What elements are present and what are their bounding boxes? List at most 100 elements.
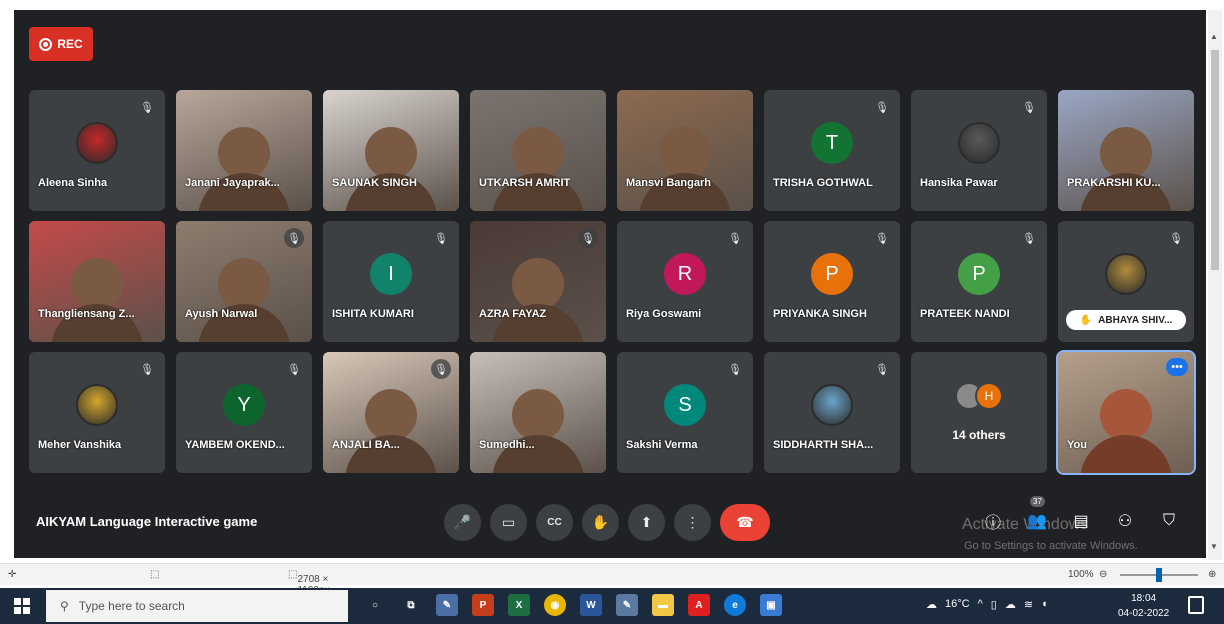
scroll-up-icon[interactable]: ▲ [1210, 32, 1218, 41]
self-video-figure [1100, 388, 1152, 441]
participant-name: PRAKARSHI KU... [1067, 177, 1161, 189]
chevron-up-icon[interactable]: ^ [978, 598, 983, 611]
participant-tile[interactable]: 🎙 Hansika Pawar [911, 90, 1047, 211]
participant-tile[interactable]: UTKARSH AMRIT [470, 90, 606, 211]
others-count-label: 14 others [952, 428, 1006, 442]
participant-video-figure [659, 126, 711, 179]
mic-muted-icon: 🎙 [1022, 232, 1036, 245]
people-count-badge: 37 [1030, 496, 1045, 507]
zoom-slider-thumb[interactable] [1156, 568, 1162, 582]
participant-tile[interactable]: 🎙 Meher Vanshika [29, 352, 165, 473]
volume-icon[interactable]: ◖ [1041, 598, 1048, 611]
mic-muted-icon: 🎙 [578, 228, 598, 248]
participant-tile[interactable]: PRAKARSHI KU... [1058, 90, 1194, 211]
meeting-info-button[interactable]: ⓘ [982, 510, 1004, 532]
participant-tile[interactable]: H 14 others [911, 352, 1047, 473]
lock-icon: ⛉ [1162, 512, 1175, 529]
more-icon: ⋮ [685, 514, 700, 530]
powerpoint-icon[interactable]: P [472, 594, 494, 616]
participant-tile[interactable]: I 🎙 ISHITA KUMARI [323, 221, 459, 342]
participant-tile[interactable]: SAUNAK SINGH [323, 90, 459, 211]
task-view-icon[interactable]: ⧉ [400, 594, 422, 616]
participant-tile[interactable]: Sumedhi... [470, 352, 606, 473]
participant-video-figure [218, 126, 270, 179]
end-call-button[interactable]: ☎ [720, 504, 770, 541]
info-icon: ⓘ [984, 515, 1001, 532]
taskbar-clock[interactable]: 18:04 04-02-2022 [1118, 591, 1169, 621]
participant-tile[interactable]: 🎙 SIDDHARTH SHA... [764, 352, 900, 473]
zoom-out-icon[interactable]: ⊖ [1099, 569, 1107, 580]
participant-name: Hansika Pawar [920, 177, 998, 189]
participant-tile[interactable]: Y 🎙 YAMBEM OKEND... [176, 352, 312, 473]
participant-tile[interactable]: Mansvi Bangarh [617, 90, 753, 211]
host-controls-button[interactable]: ⛉ [1158, 510, 1180, 532]
participant-tile[interactable]: ••• You [1056, 350, 1196, 475]
participant-tile[interactable]: 🎙 ANJALI BA... [323, 352, 459, 473]
participant-tile[interactable]: P 🎙 PRATEEK NANDI [911, 221, 1047, 342]
scroll-down-icon[interactable]: ▼ [1210, 542, 1218, 551]
edge-icon[interactable]: e [724, 594, 746, 616]
excel-icon[interactable]: X [508, 594, 530, 616]
acrobat-icon[interactable]: A [688, 594, 710, 616]
mic-muted-icon: 🎙 [431, 359, 451, 379]
weather-temp[interactable]: 16°C [945, 598, 970, 611]
participant-name: Riya Goswami [626, 308, 702, 320]
photo-avatar [1105, 253, 1147, 296]
scroll-thumb[interactable] [1211, 50, 1219, 270]
present-button[interactable]: ⬆ [628, 504, 665, 541]
side-controls: ⓘ 37 👥 ▤ ⚇ ⛉ [982, 496, 1180, 532]
participant-tile[interactable]: Thangliensang Z... [29, 221, 165, 342]
battery-icon[interactable]: ▯ [991, 598, 997, 611]
windows-start-icon[interactable] [14, 598, 30, 614]
hand-icon: ✋ [591, 514, 610, 530]
onedrive-icon[interactable]: ☁ [1005, 598, 1016, 611]
taskbar-search[interactable]: ⚲ Type here to search [46, 590, 348, 622]
store-icon[interactable]: ▣ [760, 594, 782, 616]
participant-tile[interactable]: 🎙 ✋ ABHAYA SHIV... [1058, 221, 1194, 342]
mic-button[interactable]: 🎤 [444, 504, 481, 541]
windows-taskbar: ⚲ Type here to search ○ ⧉ ✎ P X ◉ W ✎ ▬ … [0, 588, 1224, 624]
participant-name: PRATEEK NANDI [920, 308, 1010, 320]
initial-avatar: T [811, 122, 853, 165]
photo-avatar [811, 384, 853, 427]
vertical-scrollbar[interactable]: ▲ ▼ [1208, 10, 1222, 560]
notifications-icon[interactable] [1188, 596, 1204, 614]
participant-name: Sumedhi... [479, 439, 535, 451]
participant-video-figure [218, 257, 270, 310]
photo-avatar [958, 122, 1000, 165]
participant-tile[interactable]: Janani Jayaprak... [176, 90, 312, 211]
participant-name: YAMBEM OKEND... [185, 439, 285, 451]
chat-icon: ▤ [1073, 513, 1089, 530]
participant-tile[interactable]: 🎙 Ayush Narwal [176, 221, 312, 342]
mic-muted-icon: 🎙 [875, 363, 889, 376]
participant-tile[interactable]: P 🎙 PRIYANKA SINGH [764, 221, 900, 342]
participant-name: Sakshi Verma [626, 439, 698, 451]
participant-tile[interactable]: 🎙 AZRA FAYAZ [470, 221, 606, 342]
participant-tile[interactable]: T 🎙 TRISHA GOTHWAL [764, 90, 900, 211]
chat-button[interactable]: ▤ [1070, 510, 1092, 532]
app-icon[interactable]: ✎ [436, 594, 458, 616]
meet-window: REC 🎙 Aleena Sinha Janani Jayaprak... SAUNA… [14, 10, 1206, 558]
more-options-button[interactable]: ⋮ [674, 504, 711, 541]
participant-tile[interactable]: R 🎙 Riya Goswami [617, 221, 753, 342]
taskbar-apps: ○ ⧉ ✎ P X ◉ W ✎ ▬ A e ▣ [364, 594, 782, 616]
file-explorer-icon[interactable]: ▬ [652, 594, 674, 616]
cortana-icon[interactable]: ○ [364, 594, 386, 616]
participant-tile[interactable]: S 🎙 Sakshi Verma [617, 352, 753, 473]
zoom-in-icon[interactable]: ⊕ [1208, 569, 1216, 580]
camera-icon: ▭ [501, 514, 516, 530]
participant-tile[interactable]: 🎙 Aleena Sinha [29, 90, 165, 211]
participant-name: UTKARSH AMRIT [479, 177, 571, 189]
network-icon[interactable]: ≋ [1024, 598, 1033, 611]
people-button[interactable]: 37 👥 [1026, 496, 1048, 532]
zoom-level: 100% [1068, 569, 1094, 580]
captions-button[interactable]: CC [536, 504, 573, 541]
word-icon[interactable]: W [580, 594, 602, 616]
chrome-icon[interactable]: ◉ [544, 594, 566, 616]
camera-button[interactable]: ▭ [490, 504, 527, 541]
app-icon-2[interactable]: ✎ [616, 594, 638, 616]
activities-button[interactable]: ⚇ [1114, 510, 1136, 532]
participant-video-figure [71, 257, 123, 310]
self-options-icon[interactable]: ••• [1166, 358, 1188, 376]
raise-hand-button[interactable]: ✋ [582, 504, 619, 541]
